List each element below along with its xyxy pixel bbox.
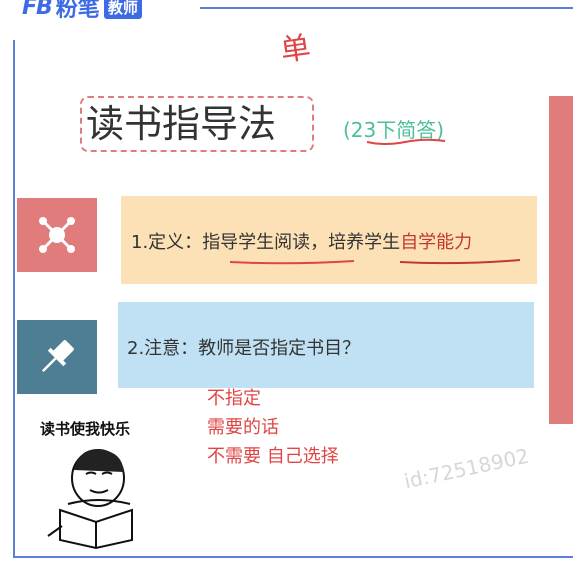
note-underline [366,138,446,145]
page-title: 读书指导法 [86,102,277,146]
definition-highlight: 自学能力 [400,232,473,253]
handwritten-mark: 单 [278,30,313,69]
frame-left-line [13,40,15,558]
right-accent-bar [549,96,573,424]
watermark: id:72518902 [402,443,532,494]
handwritten-answers: 不指定 需要的话 不需要 自己选择 [207,384,339,471]
answer-line: 需要的话 [207,417,279,438]
notice-icon-tile [17,320,97,394]
definition-prefix: 1.定义： [131,232,203,253]
logo-name: 粉笔 [55,0,100,22]
pushpin-icon [41,340,74,373]
brand-logo: FB 粉笔 教师 [22,0,142,22]
logo-mark: FB [22,0,53,20]
answer-line: 不指定 [207,388,261,409]
definition-underlines [229,259,521,265]
definition-icon-tile [17,198,97,272]
logo-badge: 教师 [103,0,142,19]
answer-line: 不需要 自己选择 [207,446,339,467]
definition-part1: 指导学生阅读，培养学生 [202,232,401,253]
network-icon [39,217,75,253]
notice-text: 2.注意：教师是否指定书目？ [127,338,361,359]
meme-caption: 读书使我快乐 [40,420,131,438]
definition-text: 1.定义：指导学生阅读，培养学生自学能力 [131,228,472,254]
frame-top-line [200,7,573,9]
reading-meme-image [47,449,133,550]
frame-bottom-line [13,556,573,558]
